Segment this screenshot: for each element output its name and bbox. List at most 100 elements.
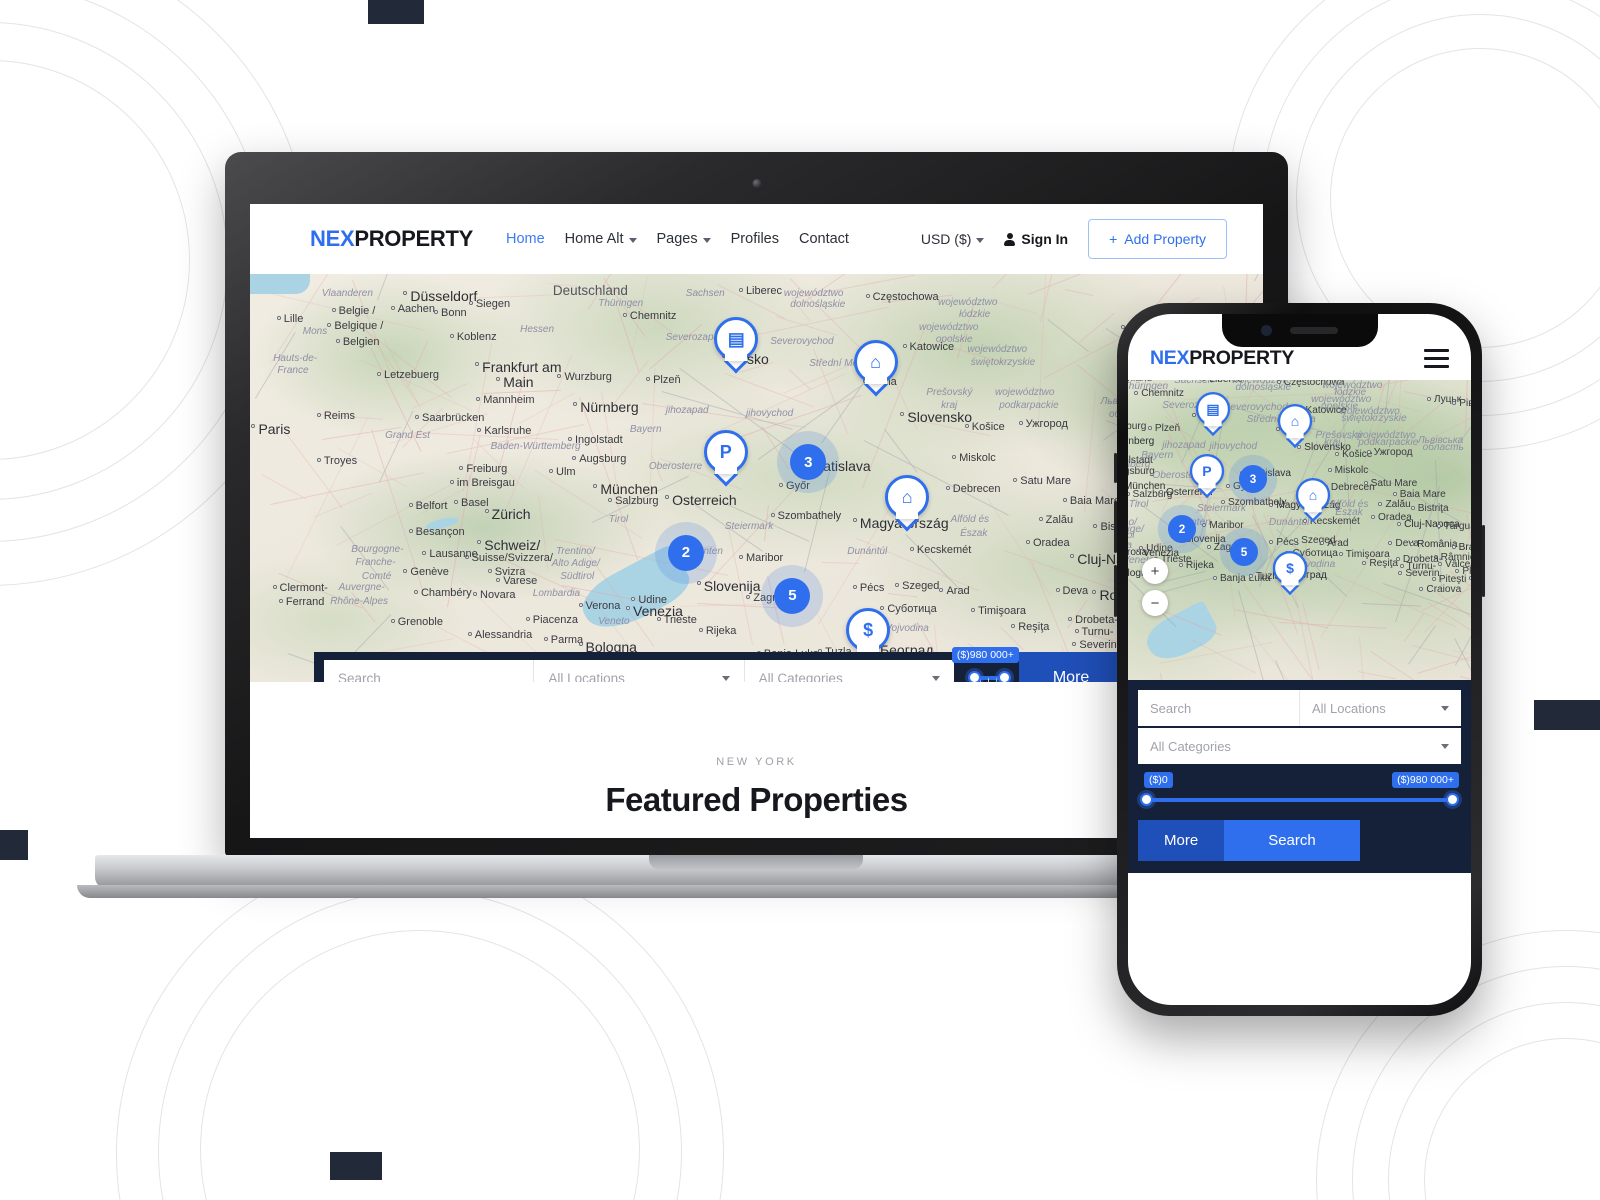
- mobile-map[interactable]: LilleBelgie /Belgique /BelgienMonsVlaand…: [1128, 380, 1471, 680]
- nav-item-profiles[interactable]: Profiles: [731, 231, 779, 247]
- map-label: Chemnitz: [629, 310, 677, 323]
- decor-square-right: [1534, 700, 1600, 730]
- map-label: Észak: [960, 527, 988, 539]
- map-city-dot: [467, 631, 472, 636]
- map-canvas[interactable]: Lille Belgie / Belgique / Belgien Mons Vlaand…: [250, 274, 1263, 682]
- map-city-dot: [696, 580, 701, 585]
- home-icon: ⌂: [870, 351, 882, 372]
- map-label: Letzebuerg: [384, 369, 440, 382]
- zoom-out-button[interactable]: −: [1142, 590, 1168, 616]
- price-range-slider[interactable]: ($)0 ($)980 000+ 0 245 000 490 000 735 0…: [951, 647, 1019, 682]
- map-marker[interactable]: $: [1273, 550, 1308, 595]
- map-label: Plzeň: [1154, 422, 1181, 434]
- category-select[interactable]: All Categories: [745, 660, 954, 682]
- map-label: Chemnitz: [1141, 387, 1184, 399]
- map-label: Katowice: [909, 340, 955, 353]
- map-label: Zalău: [1045, 514, 1074, 527]
- mobile-price-range-slider[interactable]: ($)0 ($)980 000+: [1140, 770, 1459, 816]
- map-label: Ingolstadt: [575, 433, 623, 446]
- mobile-more-button[interactable]: More: [1138, 820, 1225, 861]
- map-label: Mons: [302, 326, 328, 338]
- dollar-icon: $: [863, 620, 874, 641]
- map-label: Steiermark: [724, 521, 774, 533]
- mobile-category-select[interactable]: All Categories: [1138, 728, 1461, 764]
- search-input[interactable]: Search: [324, 660, 535, 682]
- slider-knob-min[interactable]: [1140, 793, 1153, 806]
- map-label: Siegen: [475, 297, 511, 310]
- location-select[interactable]: All Locations: [534, 660, 745, 682]
- map-marker[interactable]: ⌂: [853, 339, 898, 397]
- mobile-location-select[interactable]: All Locations: [1300, 690, 1461, 726]
- phone-notch: [1221, 314, 1378, 347]
- mobile-brand-logo[interactable]: NEXPROPERTY: [1150, 347, 1294, 370]
- map-marker[interactable]: ⌂: [885, 474, 930, 532]
- map-label: Clermont-: [279, 582, 328, 595]
- more-filters-button[interactable]: More: [1018, 652, 1124, 682]
- marker-mask: [1281, 577, 1299, 586]
- slider-knob-max[interactable]: [1446, 793, 1459, 806]
- mobile-map-canvas[interactable]: LilleBelgie /Belgique /BelgienMonsVlaand…: [1128, 380, 1471, 680]
- map-city-dot: [1013, 477, 1018, 482]
- nav-item-pages[interactable]: Pages: [657, 231, 711, 247]
- map-label: Augsburg: [1128, 465, 1155, 477]
- chevron-down-icon: [1441, 705, 1449, 711]
- map-city-dot: [1327, 468, 1332, 473]
- mobile-search-input[interactable]: Search: [1138, 690, 1300, 726]
- map-marker[interactable]: ⌂: [1296, 477, 1331, 522]
- map-label: Plzeň: [653, 373, 681, 386]
- laptop-camera-icon: [752, 179, 761, 188]
- map-marker[interactable]: P: [1189, 453, 1224, 498]
- cluster-marker[interactable]: 3: [790, 444, 827, 480]
- brand-rest: PROPERTY: [1189, 346, 1295, 369]
- map-city-dot: [496, 376, 501, 381]
- map-city-dot: [626, 605, 631, 610]
- phone-speaker-icon: [1290, 327, 1338, 334]
- map-marker[interactable]: ▤: [1195, 391, 1230, 436]
- map-label: Franche-: [355, 557, 396, 569]
- hamburger-icon[interactable]: [1424, 348, 1449, 368]
- map-label: Lausanne: [429, 548, 478, 561]
- map-label: Basel: [461, 497, 489, 510]
- map-label: Belgien: [342, 336, 380, 349]
- map-marker[interactable]: ▤: [714, 317, 759, 374]
- map-city-dot: [665, 494, 670, 499]
- map-city-dot: [952, 454, 957, 459]
- slider-knob-max[interactable]: [997, 671, 1011, 682]
- map-label: Aachen: [397, 303, 436, 316]
- map-city-dot: [276, 315, 281, 320]
- cluster-marker[interactable]: 2: [667, 534, 704, 571]
- cluster-marker[interactable]: 5: [774, 577, 811, 614]
- nav-item-home-alt[interactable]: Home Alt: [565, 231, 637, 247]
- map-label: Deva: [1062, 584, 1089, 597]
- decor-square-top: [368, 0, 424, 24]
- map-city-dot: [1335, 451, 1340, 456]
- map-label: łódzkie: [959, 309, 991, 321]
- map-label: Pécs: [859, 582, 885, 595]
- chevron-down-icon: [1441, 743, 1449, 749]
- map-marker[interactable]: ⌂: [1277, 403, 1312, 449]
- nav-item-home[interactable]: Home: [506, 231, 545, 247]
- map-label: Alto Adige/: [551, 558, 600, 570]
- sign-in-button[interactable]: Sign In: [1004, 231, 1068, 247]
- map-city-dot: [449, 333, 454, 338]
- page-root: NEXPROPERTY Home Home Alt Pages Profiles…: [0, 0, 1600, 1200]
- featured-section: NEW YORK Featured Properties: [250, 682, 1263, 819]
- marker-mask: [857, 642, 880, 653]
- brand-accent: NEX: [310, 226, 355, 251]
- map-city-dot: [646, 376, 651, 381]
- map-label: kraj: [941, 399, 958, 411]
- cluster-marker[interactable]: 2: [1167, 514, 1196, 543]
- zoom-in-button[interactable]: +: [1142, 558, 1168, 584]
- map-label: Saarbrücken: [421, 412, 485, 425]
- brand-logo[interactable]: NEXPROPERTY: [310, 226, 473, 252]
- slider-knob-min[interactable]: [968, 671, 981, 682]
- nav-item-contact[interactable]: Contact: [799, 231, 849, 247]
- map-label: Reşiţa: [1369, 557, 1399, 569]
- mobile-search-button[interactable]: Search: [1224, 820, 1360, 861]
- map-city-dot: [390, 619, 395, 624]
- home-icon: ⌂: [1308, 487, 1318, 503]
- map-marker[interactable]: P: [703, 430, 748, 487]
- add-property-button[interactable]: + Add Property: [1088, 219, 1227, 259]
- currency-selector[interactable]: USD ($): [921, 231, 985, 247]
- hero-map[interactable]: Lille Belgie / Belgique / Belgien Mons Vlaand…: [250, 274, 1263, 682]
